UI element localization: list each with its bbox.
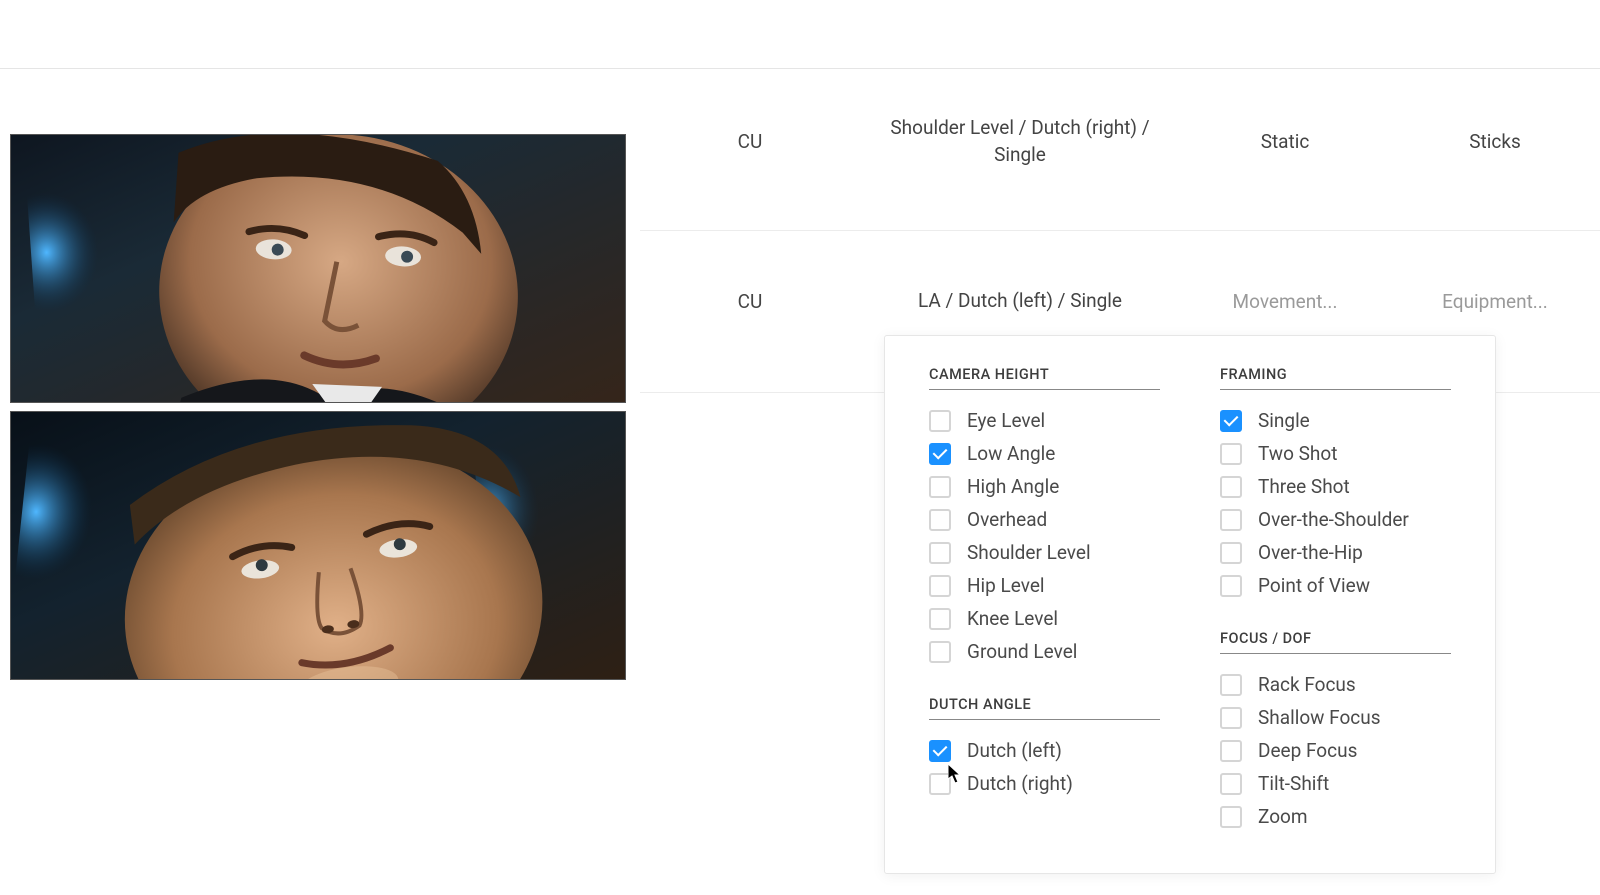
option-label: Tilt-Shift [1258,772,1329,795]
option-label: High Angle [967,475,1059,498]
checkbox-point-of-view[interactable] [1220,575,1242,597]
section-header-dutch-angle: DUTCH ANGLE [929,696,1160,720]
option-label: Over-the-Shoulder [1258,508,1409,531]
shot-row-1[interactable]: CU Shoulder Level / Dutch (right) / Sing… [640,115,1600,168]
divider-top [0,68,1600,69]
option-label: Deep Focus [1258,739,1357,762]
option-label: Point of View [1258,574,1370,597]
option-label: Over-the-Hip [1258,541,1363,564]
shot-angle-value: LA / Dutch (left) / Single [918,289,1122,312]
checkbox-over-the-hip[interactable] [1220,542,1242,564]
shot-equipment-value: Sticks [1469,130,1521,153]
checkbox-single[interactable] [1220,410,1242,432]
shot-equipment-cell[interactable]: Equipment... [1390,290,1600,313]
option-over-the-shoulder[interactable]: Over-the-Shoulder [1220,503,1451,536]
checkbox-knee-level[interactable] [929,608,951,630]
shot-size-value: CU [738,130,763,153]
option-label: Knee Level [967,607,1058,630]
option-single[interactable]: Single [1220,404,1451,437]
checkbox-shallow-focus[interactable] [1220,707,1242,729]
option-deep-focus[interactable]: Deep Focus [1220,734,1451,767]
shot-equipment-placeholder: Equipment... [1442,290,1548,313]
option-high-angle[interactable]: High Angle [929,470,1160,503]
shot-movement-cell[interactable]: Static [1180,130,1390,153]
shot-angle-cell[interactable]: LA / Dutch (left) / Single [860,288,1180,315]
checkbox-ground-level[interactable] [929,641,951,663]
cursor-icon [948,764,962,784]
option-tilt-shift[interactable]: Tilt-Shift [1220,767,1451,800]
option-label: Shallow Focus [1258,706,1381,729]
checkbox-rack-focus[interactable] [1220,674,1242,696]
option-label: Three Shot [1258,475,1350,498]
option-label: Low Angle [967,442,1055,465]
checkbox-hip-level[interactable] [929,575,951,597]
angle-options-panel: CAMERA HEIGHT Eye Level Low Angle High Ang… [884,335,1496,874]
checkbox-tilt-shift[interactable] [1220,773,1242,795]
shot-size-cell[interactable]: CU [640,130,860,153]
checkbox-dutch-left[interactable] [929,740,951,762]
option-knee-level[interactable]: Knee Level [929,602,1160,635]
section-header-framing: FRAMING [1220,366,1451,390]
option-label: Two Shot [1258,442,1337,465]
option-label: Hip Level [967,574,1045,597]
option-shallow-focus[interactable]: Shallow Focus [1220,701,1451,734]
thumbnail-column [10,134,626,688]
option-point-of-view[interactable]: Point of View [1220,569,1451,602]
film-still-2[interactable] [10,411,626,680]
film-still-1[interactable] [10,134,626,403]
option-rack-focus[interactable]: Rack Focus [1220,668,1451,701]
option-zoom[interactable]: Zoom [1220,800,1451,833]
option-label: Single [1258,409,1310,432]
option-ground-level[interactable]: Ground Level [929,635,1160,668]
option-dutch-right[interactable]: Dutch (right) [929,767,1160,800]
option-dutch-left[interactable]: Dutch (left) [929,734,1160,767]
checkbox-eye-level[interactable] [929,410,951,432]
option-label: Eye Level [967,409,1045,432]
option-label: Overhead [967,508,1047,531]
section-header-focus-dof: FOCUS / DOF [1220,630,1451,654]
checkbox-shoulder-level[interactable] [929,542,951,564]
option-label: Shoulder Level [967,541,1091,564]
panel-column-right: FRAMING Single Two Shot Three Shot Over-the… [1220,366,1451,833]
option-eye-level[interactable]: Eye Level [929,404,1160,437]
shot-movement-cell[interactable]: Movement... [1180,290,1390,313]
option-over-the-hip[interactable]: Over-the-Hip [1220,536,1451,569]
section-header-camera-height: CAMERA HEIGHT [929,366,1160,390]
shot-equipment-cell[interactable]: Sticks [1390,130,1600,153]
checkbox-low-angle[interactable] [929,443,951,465]
panel-column-left: CAMERA HEIGHT Eye Level Low Angle High Ang… [929,366,1160,833]
checkbox-three-shot[interactable] [1220,476,1242,498]
checkbox-two-shot[interactable] [1220,443,1242,465]
row-divider [640,230,1600,231]
checkbox-over-the-shoulder[interactable] [1220,509,1242,531]
option-overhead[interactable]: Overhead [929,503,1160,536]
option-hip-level[interactable]: Hip Level [929,569,1160,602]
shot-movement-value: Static [1261,130,1310,153]
option-label: Dutch (left) [967,739,1062,762]
option-label: Ground Level [967,640,1077,663]
shot-angle-value: Shoulder Level / Dutch (right) / Single [890,116,1149,166]
checkbox-high-angle[interactable] [929,476,951,498]
shot-angle-cell[interactable]: Shoulder Level / Dutch (right) / Single [860,115,1180,168]
option-three-shot[interactable]: Three Shot [1220,470,1451,503]
checkbox-deep-focus[interactable] [1220,740,1242,762]
option-label: Dutch (right) [967,772,1073,795]
option-label: Zoom [1258,805,1308,828]
option-shoulder-level[interactable]: Shoulder Level [929,536,1160,569]
shot-row-2[interactable]: CU LA / Dutch (left) / Single Movement..… [640,288,1600,315]
checkbox-overhead[interactable] [929,509,951,531]
option-label: Rack Focus [1258,673,1356,696]
shot-size-value: CU [738,290,763,313]
option-low-angle[interactable]: Low Angle [929,437,1160,470]
shot-size-cell[interactable]: CU [640,290,860,313]
option-two-shot[interactable]: Two Shot [1220,437,1451,470]
shot-movement-placeholder: Movement... [1233,290,1338,313]
checkbox-zoom[interactable] [1220,806,1242,828]
